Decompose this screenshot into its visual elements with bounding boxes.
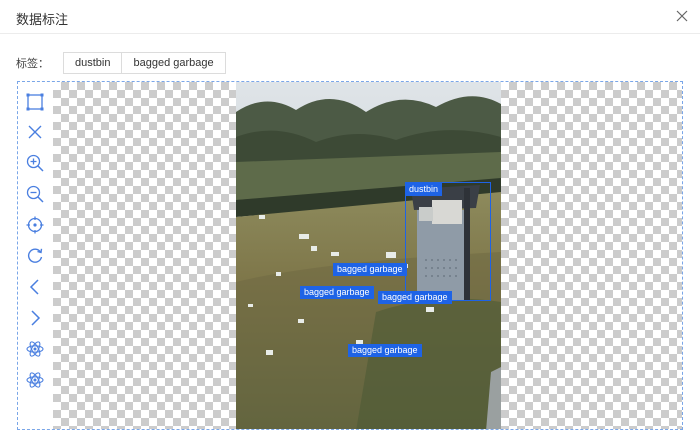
prev-icon[interactable] (25, 277, 45, 297)
image-stage[interactable]: dustbin bagged garbage bagged garbage ba… (53, 82, 682, 429)
label-option-dustbin[interactable]: dustbin (63, 52, 123, 74)
dialog-header: 数据标注 (0, 0, 700, 34)
rectangle-icon[interactable] (25, 92, 45, 112)
label-selector: 标签： dustbin bagged garbage (16, 52, 226, 74)
bbox-label[interactable]: bagged garbage (348, 344, 422, 357)
zoom-in-icon[interactable] (25, 153, 45, 173)
atom-icon[interactable] (25, 339, 45, 359)
delete-icon[interactable] (25, 122, 45, 142)
locate-icon[interactable] (25, 215, 45, 235)
annotation-dialog: 数据标注 标签： dustbin bagged garbage dustbin … (0, 0, 700, 446)
zoom-out-icon[interactable] (25, 184, 45, 204)
rotate-icon[interactable] (25, 246, 45, 266)
label-heading: 标签： (16, 58, 49, 70)
bbox-label[interactable]: bagged garbage (378, 291, 452, 304)
next-icon[interactable] (25, 308, 45, 328)
dialog-title: 数据标注 (16, 12, 69, 27)
tool-sidebar (18, 82, 52, 429)
bbox-label[interactable]: bagged garbage (333, 263, 407, 276)
bbox-dustbin[interactable] (405, 182, 491, 301)
label-option-bagged-garbage[interactable]: bagged garbage (122, 52, 226, 74)
annotation-canvas: dustbin bagged garbage bagged garbage ba… (17, 81, 683, 430)
bbox-label[interactable]: bagged garbage (300, 286, 374, 299)
bbox-label: dustbin (405, 183, 443, 196)
atom-icon[interactable] (25, 370, 45, 390)
close-icon[interactable] (675, 9, 689, 23)
